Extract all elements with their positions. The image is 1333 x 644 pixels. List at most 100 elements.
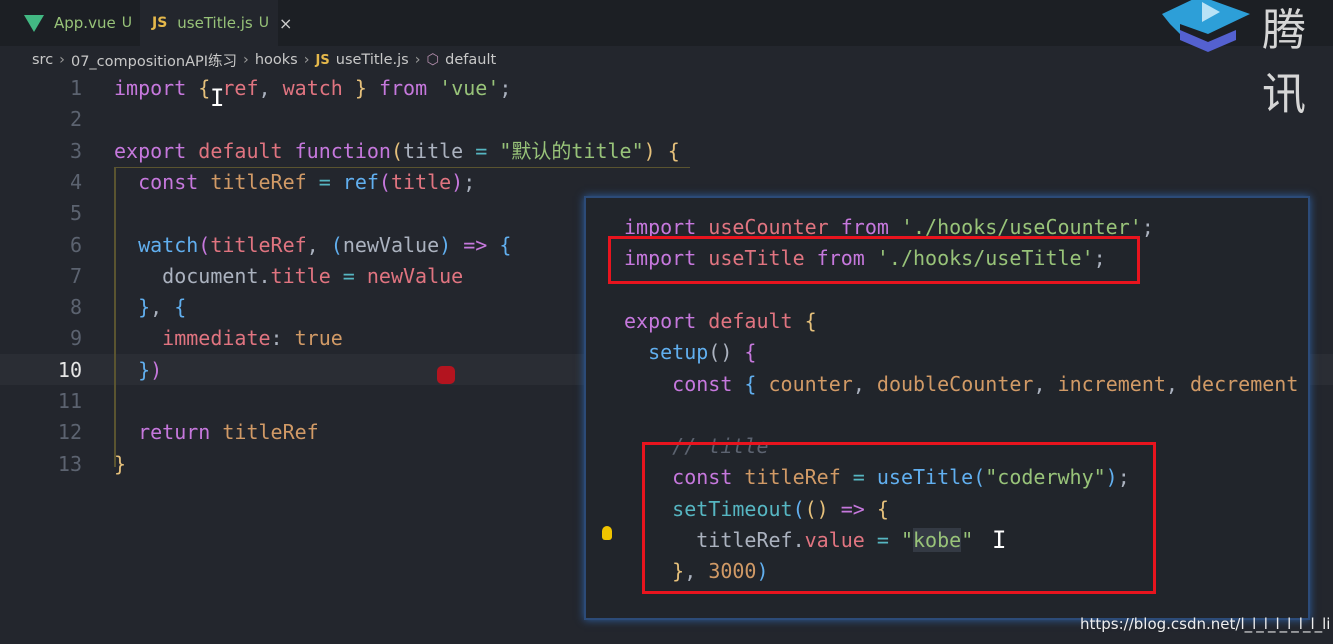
code-token: {	[499, 232, 512, 257]
code-token: const	[114, 169, 211, 194]
code-token: (	[378, 169, 391, 194]
watermark: https://blog.csdn.net/l_l_l_l_l_l_l_li	[1080, 615, 1331, 633]
line-number: 12	[57, 420, 82, 445]
code-token: counter	[768, 371, 853, 396]
code-token: titleRef	[210, 232, 307, 257]
code-token: default	[198, 138, 295, 163]
line-number: 13	[57, 451, 82, 476]
tab-label: useTitle.js	[177, 14, 253, 32]
code-token: =	[330, 263, 367, 288]
chevron-right-icon: ›	[414, 52, 421, 68]
code-token: :	[270, 326, 295, 351]
js-icon: JS	[315, 52, 330, 68]
code-token: title	[270, 263, 331, 288]
code-token: titleRef	[210, 169, 307, 194]
code-token: watch	[114, 232, 199, 257]
code-token: ,	[258, 76, 283, 100]
code-line: const { counter, doubleCounter, incremen…	[624, 369, 1298, 400]
code-token: ,	[150, 295, 175, 320]
code-text: document.title = newValue	[114, 261, 463, 292]
code-text: const titleRef = ref(title);	[114, 167, 475, 198]
code-line[interactable]: 4 const titleRef = ref(title);	[0, 167, 1333, 198]
code-line[interactable]: 3 export default function(title = "默认的tit…	[0, 136, 1333, 167]
line-number: 1	[69, 76, 82, 100]
code-line: export default {	[624, 306, 817, 337]
code-token: ;	[1141, 215, 1154, 239]
breakpoint-icon[interactable]	[437, 366, 455, 384]
chevron-right-icon: ›	[59, 52, 65, 68]
code-token: "默认的title"	[499, 138, 644, 163]
line-number: 11	[57, 389, 82, 413]
code-token: {	[667, 138, 680, 163]
code-token: ;	[499, 76, 512, 100]
code-token: decrement	[1190, 371, 1299, 396]
code-token: {	[804, 308, 817, 333]
code-token: 'vue'	[439, 76, 500, 100]
code-text: return titleRef	[114, 417, 319, 448]
code-token: immediate	[114, 326, 271, 351]
code-token: {	[744, 340, 757, 365]
code-token: titleRef	[222, 420, 319, 445]
code-token: from	[378, 76, 440, 100]
breadcrumb-item[interactable]: hooks	[255, 52, 298, 68]
code-token: ,	[1165, 371, 1191, 396]
code-line: setup() {	[624, 337, 756, 368]
tab-bar: App.vue U JS useTitle.js U × 腾讯	[0, 0, 1333, 120]
highlight-box-import	[608, 236, 1140, 284]
code-token: export	[114, 138, 199, 163]
code-token: return	[114, 420, 223, 445]
code-token: ref	[342, 169, 379, 194]
vue-icon	[24, 14, 44, 32]
code-text: }	[114, 449, 126, 480]
code-token: ()	[708, 340, 745, 365]
code-token: (	[330, 232, 343, 257]
close-icon[interactable]: ×	[279, 14, 292, 33]
line-number: 3	[69, 138, 82, 163]
line-number: 5	[69, 201, 82, 226]
code-line[interactable]: 2	[0, 104, 1333, 135]
code-token: .	[258, 263, 271, 288]
code-token: )	[451, 169, 464, 194]
code-token: =	[306, 169, 343, 194]
code-text: export default function(title = "默认的titl…	[114, 136, 680, 167]
breadcrumb: src › 07_compositionAPI练习 › hooks › JS useT…	[0, 46, 1333, 74]
line-number: 7	[69, 263, 82, 288]
code-text: immediate: true	[114, 323, 343, 354]
code-token: title	[403, 138, 464, 163]
lightbulb-icon[interactable]	[602, 526, 612, 540]
tab-status: U	[258, 15, 269, 31]
tencent-classroom-logo	[1162, 0, 1250, 52]
code-text: import { ref, watch } from 'vue';	[114, 73, 511, 104]
line-number: 10	[57, 357, 82, 382]
js-icon: JS	[152, 15, 168, 31]
code-token: }	[114, 451, 127, 476]
code-token: export	[624, 308, 709, 333]
breadcrumb-item[interactable]: src	[32, 52, 53, 68]
code-text: }, {	[114, 292, 186, 323]
code-token: true	[294, 326, 343, 351]
breadcrumb-item[interactable]: default	[445, 52, 496, 68]
code-token: ref	[222, 76, 259, 100]
code-token: newValue	[366, 263, 464, 288]
code-token: doubleCounter	[876, 371, 1034, 396]
chevron-right-icon: ›	[303, 52, 310, 68]
code-token: ,	[306, 232, 331, 257]
tab-app-vue[interactable]: App.vue U	[0, 0, 132, 46]
code-token: ,	[852, 371, 877, 396]
code-token: ,	[1033, 371, 1058, 396]
code-line[interactable]: 1 import { ref, watch } from 'vue';	[0, 73, 1333, 104]
code-text: watch(titleRef, (newValue) => {	[114, 230, 511, 261]
code-token: const	[624, 371, 745, 396]
breadcrumb-item[interactable]: useTitle.js	[336, 52, 409, 68]
line-number: 4	[69, 169, 82, 194]
tab-usetitle-js[interactable]: JS useTitle.js U ×	[140, 0, 292, 46]
line-number: 9	[69, 326, 82, 351]
code-token: {	[744, 371, 769, 396]
code-token: ;	[463, 169, 476, 194]
code-token: setup	[624, 340, 709, 365]
code-token: title	[390, 169, 452, 194]
code-token: }	[342, 76, 379, 100]
code-token: (	[198, 232, 211, 257]
code-token: }	[114, 295, 151, 320]
breadcrumb-item[interactable]: 07_compositionAPI练习	[71, 50, 237, 71]
